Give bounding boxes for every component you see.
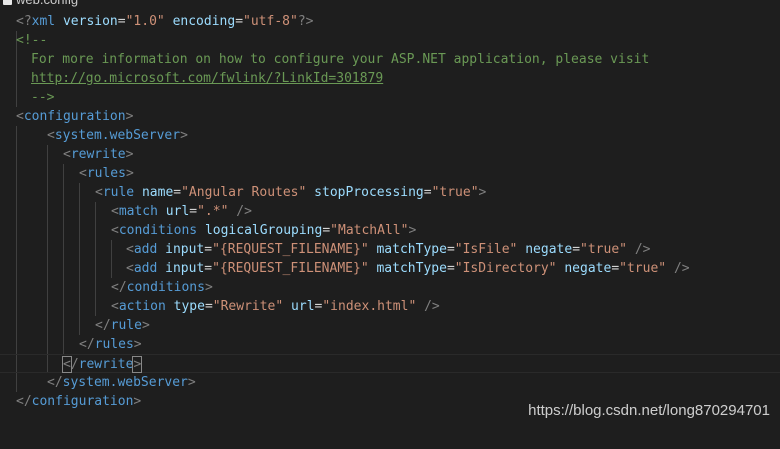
comment-close: --> <box>31 90 55 105</box>
code-line: <add input="{REQUEST_FILENAME}" matchTyp… <box>126 261 690 276</box>
editor-tab[interactable]: web.config <box>0 0 780 8</box>
tag-name: add <box>133 242 158 257</box>
code-line: <!-- <box>0 31 780 50</box>
xml-decl-open: <? <box>16 14 32 29</box>
comment-link[interactable]: http://go.microsoft.com/fwlink/?LinkId=3… <box>31 69 383 88</box>
attr-value: "index.html" <box>322 299 417 314</box>
attr-value: "true" <box>580 242 627 257</box>
tag-name: rewrite <box>78 357 134 372</box>
comment-open: <!-- <box>16 33 48 48</box>
code-line: </rule> <box>95 318 150 333</box>
attr-name: name <box>141 185 174 200</box>
attr-name: url <box>291 299 315 314</box>
code-editor[interactable]: <?xml version="1.0" encoding="utf-8"?> <… <box>0 12 780 431</box>
tag-name: rule <box>110 318 142 333</box>
comment-text: For more information on how to configure… <box>31 52 650 67</box>
tag-name: conditions <box>126 280 205 295</box>
code-line: </system.webServer> <box>47 375 196 390</box>
code-line: <configuration> <box>16 109 134 124</box>
tag-name: system.webServer <box>62 375 188 390</box>
code-line: <system.webServer> <box>47 128 188 143</box>
tag-name: configuration <box>23 109 126 124</box>
code-line: <match url=".*" /> <box>111 204 252 219</box>
attr-name: negate <box>525 242 573 257</box>
tag-name: add <box>133 261 158 276</box>
tag-name: rule <box>102 185 135 200</box>
attr-name: url <box>165 204 190 219</box>
code-line: For more information on how to configure… <box>0 50 780 69</box>
attr-name: type <box>173 299 205 314</box>
attr-value: "IsDirectory" <box>454 261 557 276</box>
matching-bracket: > <box>132 356 143 373</box>
code-line: </conditions> <box>111 280 213 295</box>
attr-name: input <box>165 261 205 276</box>
code-line: </rules> <box>79 337 142 352</box>
tag-name: match <box>118 204 158 219</box>
tag-name: system.webServer <box>54 128 181 143</box>
code-line: <action type="Rewrite" url="index.html" … <box>111 299 440 314</box>
tab-filename: web.config <box>16 0 78 8</box>
attr-value: "MatchAll" <box>330 223 409 238</box>
tag-name: action <box>118 299 166 314</box>
tag-name: rules <box>94 337 134 352</box>
code-line: http://go.microsoft.com/fwlink/?LinkId=3… <box>0 69 780 88</box>
text-cursor <box>141 356 143 371</box>
attr-value: ".*" <box>197 204 229 219</box>
attr-value: "Angular Routes" <box>181 185 307 200</box>
attr-value: "1.0" <box>125 14 165 29</box>
file-icon <box>3 0 12 5</box>
attr-value: "true" <box>619 261 667 276</box>
attr-name: input <box>165 242 205 257</box>
attr-name: encoding <box>172 14 236 29</box>
attr-name: matchType <box>376 261 447 276</box>
code-line: <rewrite> <box>63 147 134 162</box>
tag-name: conditions <box>118 223 198 238</box>
attr-value: "Rewrite" <box>212 299 284 314</box>
tag-name: rules <box>86 166 126 181</box>
matching-bracket: < <box>62 356 72 373</box>
attr-name: negate <box>564 261 612 276</box>
xml-decl-name: xml <box>31 14 56 29</box>
attr-name: matchType <box>376 242 447 257</box>
attr-value: "{REQUEST_FILENAME}" <box>212 242 369 257</box>
watermark-text: https://blog.csdn.net/long870294701 <box>528 402 770 419</box>
attr-value: "IsFile" <box>454 242 518 257</box>
attr-value: "{REQUEST_FILENAME}" <box>212 261 369 276</box>
code-line: <add input="{REQUEST_FILENAME}" matchTyp… <box>126 242 651 257</box>
attr-value: "utf-8" <box>243 14 298 29</box>
code-line: <rule name="Angular Routes" stopProcessi… <box>95 185 487 200</box>
code-line: <rules> <box>79 166 134 181</box>
attr-name: stopProcessing <box>314 185 424 200</box>
attr-name: version <box>62 14 118 29</box>
current-code-line[interactable]: </rewrite> <box>0 354 780 373</box>
xml-decl-close: ?> <box>297 14 314 29</box>
tag-name: configuration <box>31 394 134 409</box>
code-line: <?xml version="1.0" encoding="utf-8"?> <box>16 14 314 29</box>
attr-value: "true" <box>431 185 479 200</box>
code-line: <conditions logicalGrouping="MatchAll"> <box>111 223 417 238</box>
code-line: --> <box>0 88 780 107</box>
tag-name: rewrite <box>70 147 126 162</box>
attr-name: logicalGrouping <box>204 223 323 238</box>
